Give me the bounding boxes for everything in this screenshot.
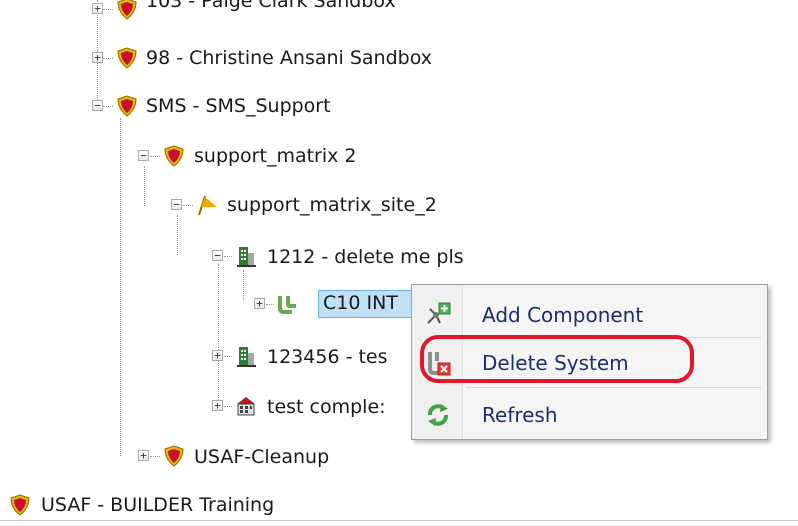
tree-connector	[266, 304, 274, 305]
tree-connector	[103, 9, 113, 10]
building-icon	[237, 247, 256, 267]
tree-node-label: SMS - SMS_Support	[146, 95, 331, 117]
add-component-icon	[427, 302, 451, 324]
shield-icon	[117, 0, 137, 20]
site-flag-icon	[198, 195, 217, 216]
tree-node-label: 1212 - delete me pls	[267, 246, 464, 268]
menu-item-refresh[interactable]: Refresh	[412, 393, 767, 437]
complex-icon	[237, 397, 255, 416]
menu-separator	[466, 387, 761, 388]
shield-icon	[117, 95, 137, 117]
collapse-toggle[interactable]: −	[138, 150, 149, 161]
menu-item-label: Refresh	[482, 403, 558, 427]
tree-connector	[103, 58, 113, 59]
tree-connector	[224, 256, 232, 257]
tree-node-label: test comple:	[267, 396, 386, 418]
expand-toggle[interactable]: +	[92, 52, 103, 63]
refresh-icon	[428, 404, 448, 426]
tree-connector	[150, 456, 160, 457]
tree-node-label-selected: C10 INT	[318, 290, 413, 318]
menu-item-add-component[interactable]: Add Component	[412, 293, 767, 337]
divider	[0, 520, 798, 521]
tree-node-label: USAF - BUILDER Training	[41, 494, 275, 516]
shield-icon	[164, 145, 184, 167]
tree-connector	[103, 106, 113, 107]
tree-connector	[243, 270, 244, 300]
collapse-toggle[interactable]: −	[171, 199, 182, 210]
tree-connector	[97, 0, 98, 100]
tree-node-label: support_matrix_site_2	[227, 194, 437, 216]
tree-node-label: 98 - Christine Ansani Sandbox	[146, 47, 433, 69]
tree-connector	[183, 205, 193, 206]
shield-icon	[10, 494, 30, 516]
shield-icon	[164, 445, 184, 467]
expand-toggle[interactable]: +	[212, 400, 223, 411]
tree-connector	[224, 356, 232, 357]
expand-toggle[interactable]: +	[92, 3, 103, 14]
tree-connector	[144, 166, 145, 206]
highlight-annotation	[420, 335, 694, 383]
tree-connector	[224, 406, 232, 407]
tree-view: + 103 - Paige Clark Sandbox + 98 - Chris…	[0, 0, 798, 526]
tree-node-label: USAF-Cleanup	[194, 446, 330, 468]
system-pipe-icon	[278, 296, 296, 314]
expand-toggle[interactable]: +	[254, 298, 265, 309]
tree-node-label: 123456 - tes	[267, 346, 388, 368]
tree-connector	[150, 156, 160, 157]
collapse-toggle[interactable]: −	[212, 250, 223, 261]
tree-connector	[177, 215, 178, 255]
tree-connector	[218, 264, 219, 406]
menu-item-label: Add Component	[482, 303, 644, 327]
shield-icon	[117, 47, 137, 69]
expand-toggle[interactable]: +	[138, 450, 149, 461]
expand-toggle[interactable]: +	[212, 350, 223, 361]
tree-node-label: 103 - Paige Clark Sandbox	[146, 0, 396, 12]
building-icon	[237, 347, 256, 367]
collapse-toggle[interactable]: −	[92, 100, 103, 111]
tree-node-label: support_matrix 2	[194, 145, 357, 167]
tree-connector	[120, 118, 121, 456]
